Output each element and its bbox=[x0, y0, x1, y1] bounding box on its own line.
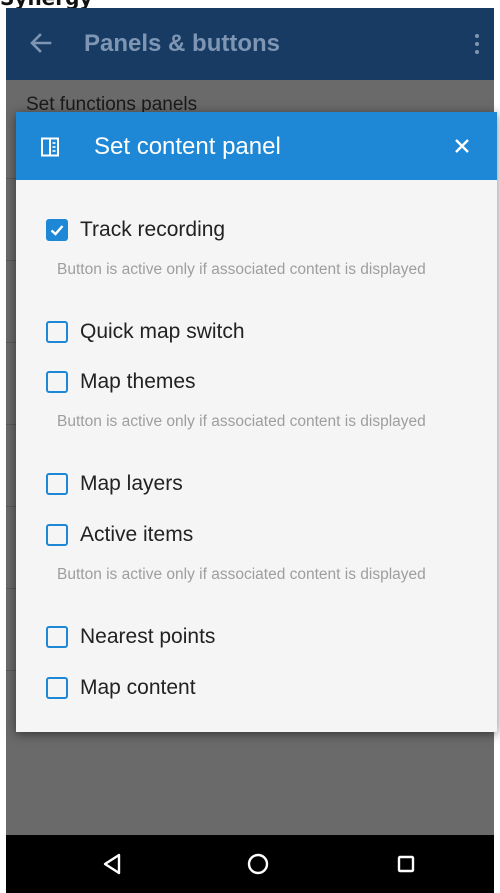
checkbox-checked[interactable] bbox=[46, 219, 68, 241]
panel-icon bbox=[41, 137, 59, 157]
dialog-title: Set content panel bbox=[94, 133, 281, 160]
checkbox-unchecked[interactable] bbox=[46, 473, 68, 495]
option-label: Quick map switch bbox=[80, 320, 245, 343]
option-map-content[interactable]: Map content bbox=[46, 673, 476, 703]
checkbox-unchecked[interactable] bbox=[46, 524, 68, 546]
option-track-recording[interactable]: Track recording bbox=[46, 215, 476, 245]
option-hint: Button is active only if associated cont… bbox=[57, 413, 426, 430]
option-label: Map layers bbox=[80, 472, 183, 495]
more-vert-icon[interactable] bbox=[474, 34, 480, 54]
nav-back-icon[interactable] bbox=[97, 849, 127, 879]
option-label: Track recording bbox=[80, 218, 226, 241]
check-icon bbox=[50, 225, 64, 236]
system-nav-bar bbox=[6, 835, 494, 893]
option-label: Map themes bbox=[80, 370, 196, 393]
checkbox-unchecked[interactable] bbox=[46, 321, 68, 343]
app-bar: Panels & buttons bbox=[6, 8, 494, 80]
checkbox-unchecked[interactable] bbox=[46, 626, 68, 648]
set-content-panel-dialog: Set content panel Track recording Button… bbox=[16, 112, 497, 732]
option-map-layers[interactable]: Map layers bbox=[46, 469, 476, 499]
checkbox-unchecked[interactable] bbox=[46, 371, 68, 393]
page-heading-text: Synergy bbox=[0, 0, 92, 8]
option-hint: Button is active only if associated cont… bbox=[57, 261, 426, 278]
cropped-page-heading: Synergy bbox=[0, 0, 500, 8]
nav-home-icon[interactable] bbox=[243, 849, 273, 879]
option-label: Active items bbox=[80, 523, 194, 546]
option-map-themes[interactable]: Map themes bbox=[46, 367, 476, 397]
app-bar-title: Panels & buttons bbox=[84, 30, 281, 57]
option-hint: Button is active only if associated cont… bbox=[57, 566, 426, 583]
option-nearest-points[interactable]: Nearest points bbox=[46, 622, 476, 652]
option-quick-map-switch[interactable]: Quick map switch bbox=[46, 317, 476, 347]
option-active-items[interactable]: Active items bbox=[46, 520, 476, 550]
arrow-left-icon[interactable] bbox=[28, 30, 54, 56]
close-icon[interactable] bbox=[453, 137, 471, 155]
option-label: Nearest points bbox=[80, 625, 216, 648]
option-label: Map content bbox=[80, 676, 196, 699]
checkbox-unchecked[interactable] bbox=[46, 677, 68, 699]
nav-recents-icon[interactable] bbox=[391, 849, 421, 879]
dialog-header: Set content panel bbox=[16, 112, 497, 180]
